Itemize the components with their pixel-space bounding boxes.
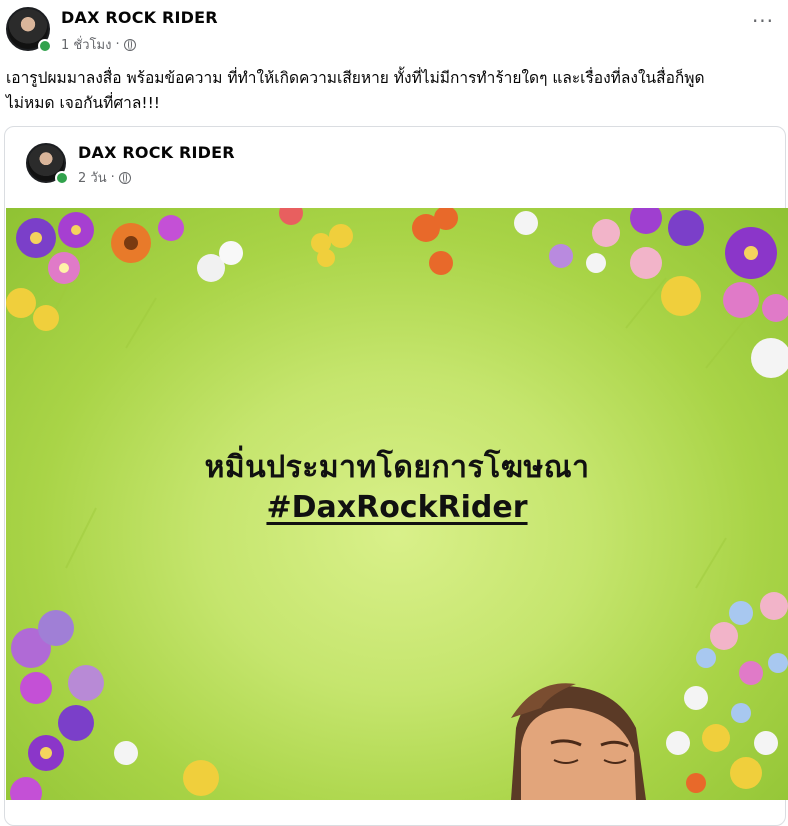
online-status-icon <box>55 171 69 185</box>
character-illustration <box>511 683 646 800</box>
image-hashtag[interactable]: #DaxRockRider <box>6 490 788 525</box>
shared-post-author-name[interactable]: DAX ROCK RIDER <box>78 143 235 162</box>
post-header: DAX ROCK RIDER 1 ชั่วโมง · ··· <box>0 0 788 60</box>
post-caption: เอารูปผมมาลงสื่อ พร้อมข้อความ ที่ทำให้เก… <box>6 66 782 116</box>
shared-post-timestamp[interactable]: 2 วัน <box>78 167 107 188</box>
post-timestamp[interactable]: 1 ชั่วโมง <box>61 34 111 55</box>
caption-line: เอารูปผมมาลงสื่อ พร้อมข้อความ ที่ทำให้เก… <box>6 69 705 87</box>
image-headline: หมิ่นประมาทโดยการโฆษณา <box>204 450 590 485</box>
shared-post-meta: 2 วัน · <box>78 167 131 188</box>
caption-line: ไม่หมด เจอกันที่ศาล!!! <box>6 94 161 112</box>
shared-post-image[interactable]: หมิ่นประมาทโดยการโฆษณา #DaxRockRider <box>6 208 788 800</box>
post-meta: 1 ชั่วโมง · <box>61 34 136 55</box>
online-status-icon <box>38 39 52 53</box>
meta-separator: · <box>110 170 115 185</box>
post-author-name[interactable]: DAX ROCK RIDER <box>61 8 218 27</box>
globe-icon[interactable] <box>123 38 136 51</box>
more-options-icon[interactable]: ··· <box>748 11 778 34</box>
meta-separator: · <box>115 37 120 52</box>
globe-icon[interactable] <box>118 171 131 184</box>
